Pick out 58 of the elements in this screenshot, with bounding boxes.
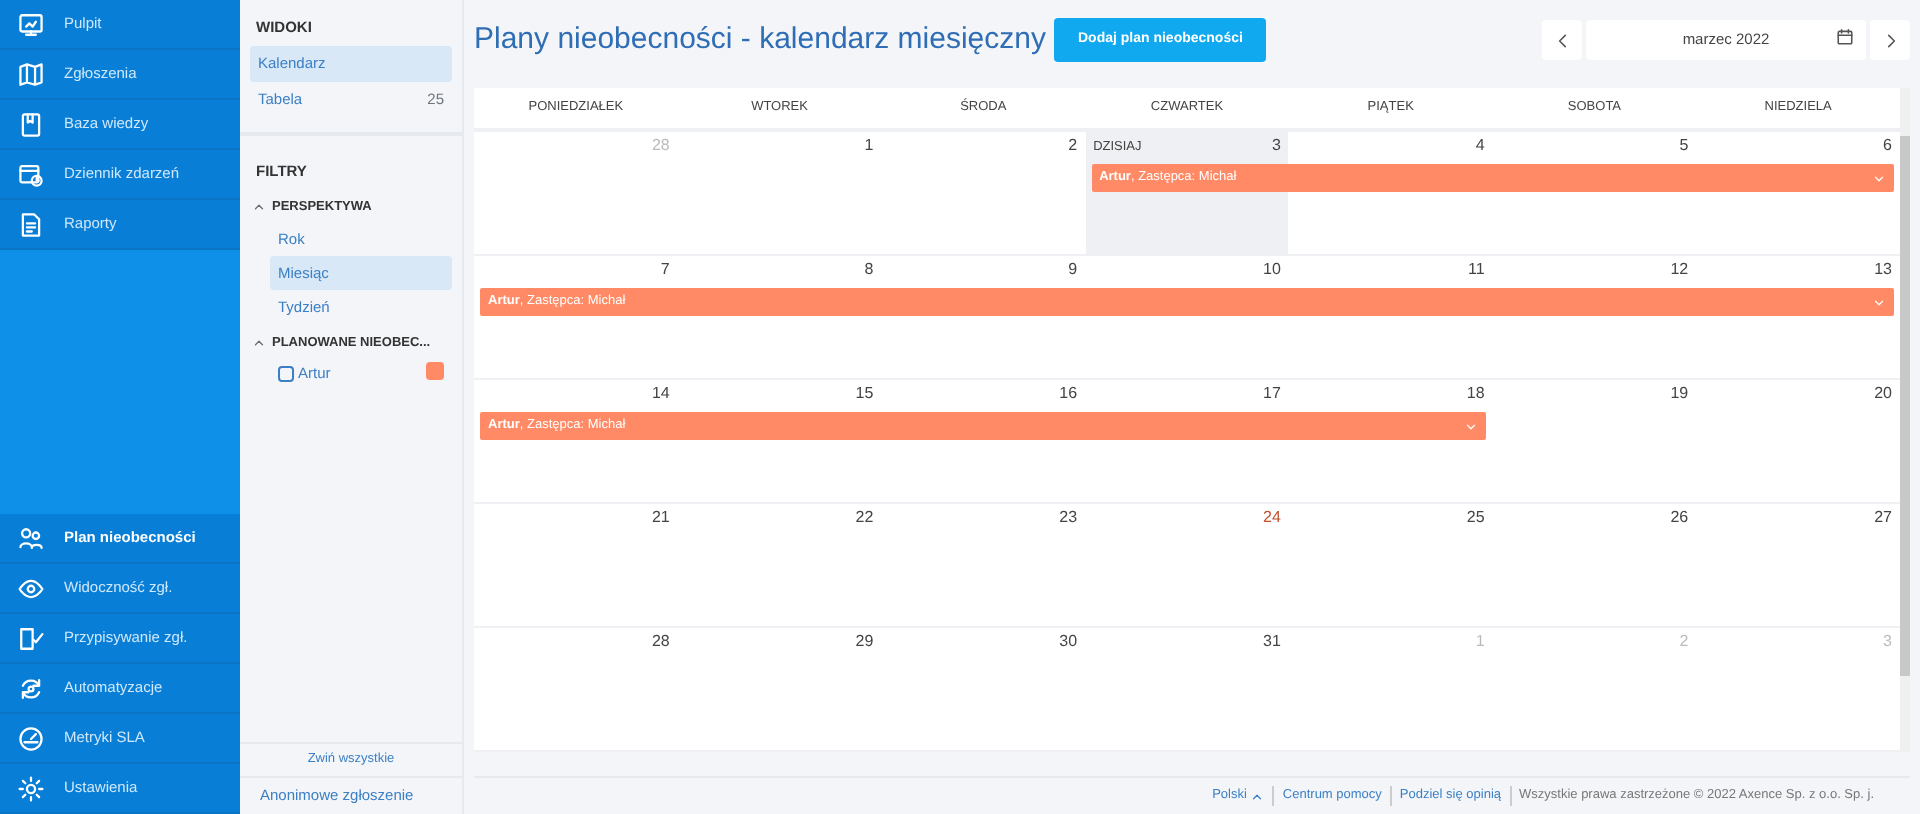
chevron-down-icon <box>1871 295 1886 309</box>
gauge-icon <box>18 725 44 751</box>
day-number: 9 <box>1068 258 1078 282</box>
settings-icon <box>18 775 44 801</box>
page-title: Plany nieobecności - kalendarz miesięczny <box>474 19 1046 60</box>
day-number: 6 <box>1883 134 1892 158</box>
monitor-icon <box>18 11 44 37</box>
chevron-up-icon <box>1250 789 1265 803</box>
chevron-icon <box>252 200 266 215</box>
next-month-button[interactable] <box>1870 20 1910 60</box>
day-number: 10 <box>1263 258 1281 282</box>
map-icon <box>18 61 44 87</box>
day-number: 26 <box>1670 506 1689 530</box>
eye-icon <box>18 575 44 601</box>
previous-month-button[interactable] <box>1542 20 1582 60</box>
day-number: 18 <box>1466 382 1485 406</box>
day-number: 30 <box>1059 630 1078 654</box>
day-number: 27 <box>1874 506 1892 530</box>
chevron-icon <box>252 335 266 350</box>
chevron-left-icon <box>1553 31 1571 49</box>
calendar-icon <box>1836 28 1854 46</box>
day-number: 1 <box>1475 630 1485 654</box>
day-number: 19 <box>1670 382 1689 406</box>
assign-icon <box>18 625 44 651</box>
day-number: 8 <box>864 258 874 282</box>
day-number: 14 <box>651 382 670 406</box>
day-number: 7 <box>660 258 670 282</box>
day-number: 24 <box>1263 506 1281 530</box>
day-number: 22 <box>855 506 874 530</box>
day-number: 29 <box>855 630 874 654</box>
day-number: 2 <box>1679 630 1689 654</box>
chevron-down-icon <box>1464 419 1479 433</box>
day-number: 4 <box>1475 134 1485 158</box>
chevron-down-icon <box>1871 171 1886 185</box>
day-number: 28 <box>651 134 670 158</box>
day-number: 3 <box>1883 630 1892 654</box>
day-number: 13 <box>1874 258 1892 282</box>
day-number: 15 <box>855 382 874 406</box>
people-icon <box>18 525 44 551</box>
cycle-icon <box>18 675 44 701</box>
scrollbar[interactable] <box>1900 136 1910 676</box>
day-number: 23 <box>1059 506 1078 530</box>
day-number: 11 <box>1467 258 1485 282</box>
day-number: 12 <box>1670 258 1689 282</box>
day-number: 25 <box>1466 506 1485 530</box>
day-number: 1 <box>864 134 874 158</box>
day-number: 21 <box>651 506 670 530</box>
day-number: 5 <box>1679 134 1689 158</box>
day-number: 28 <box>651 630 670 654</box>
day-number: 20 <box>1874 382 1892 406</box>
document-icon <box>18 211 44 237</box>
calendar-clock-icon <box>18 161 44 187</box>
day-number: 17 <box>1263 382 1281 406</box>
day-number: 2 <box>1068 134 1078 158</box>
day-number: 3 <box>1271 134 1281 158</box>
book-icon <box>18 111 44 137</box>
day-number: 16 <box>1059 382 1078 406</box>
day-number: 31 <box>1263 630 1281 654</box>
